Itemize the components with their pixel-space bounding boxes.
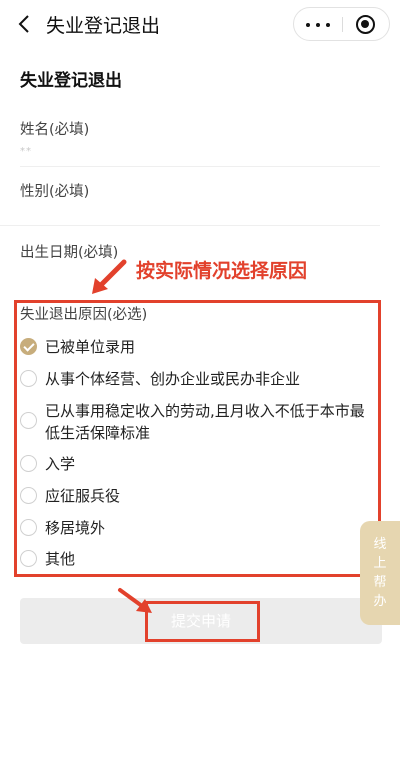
nav-bar: 失业登记退出 — [0, 0, 400, 50]
option-label: 应征服兵役 — [45, 487, 121, 505]
option-label: 从事个体经营、创办企业或民办非企业 — [45, 370, 301, 388]
back-arrow-icon[interactable] — [14, 13, 36, 35]
radio[interactable] — [20, 455, 37, 472]
mini-program-capsule — [293, 7, 390, 41]
online-help-tab[interactable]: 线上帮办 — [360, 521, 400, 625]
option-label: 入学 — [45, 455, 76, 473]
radio[interactable] — [20, 550, 37, 567]
name-input[interactable]: ** — [20, 146, 32, 157]
name-label: 姓名(必填) — [20, 122, 90, 138]
close-target-icon[interactable] — [356, 15, 375, 34]
divider — [20, 166, 380, 167]
gender-field[interactable] — [0, 225, 380, 226]
option-label: 移居境外 — [45, 519, 106, 537]
option-label: 已被单位录用 — [45, 338, 136, 356]
radio[interactable] — [20, 412, 37, 429]
option-label: 其他 — [45, 550, 76, 568]
capsule-divider — [342, 17, 343, 32]
radio[interactable] — [20, 487, 37, 504]
online-help-label: 线上帮办 — [373, 537, 387, 609]
radio[interactable] — [20, 519, 37, 536]
radio-checked[interactable] — [20, 338, 37, 355]
submit-label: 提交申请 — [170, 612, 231, 630]
more-icon[interactable] — [306, 23, 330, 27]
reason-label: 失业退出原因(必选) — [20, 307, 148, 323]
annotation-arrow-icon — [118, 588, 152, 613]
gender-label: 性别(必填) — [20, 184, 90, 200]
annotation-text: 按实际情况选择原因 — [136, 260, 308, 282]
option-label: 已从事用稳定收入的劳动,且月收入不低于本市最低生活保障标准 — [45, 402, 365, 442]
submit-button[interactable]: 提交申请 — [20, 598, 382, 644]
annotation-arrow-icon — [92, 259, 127, 294]
page-title: 失业登记退出 — [20, 71, 122, 91]
radio[interactable] — [20, 370, 37, 387]
nav-title: 失业登记退出 — [46, 15, 161, 37]
